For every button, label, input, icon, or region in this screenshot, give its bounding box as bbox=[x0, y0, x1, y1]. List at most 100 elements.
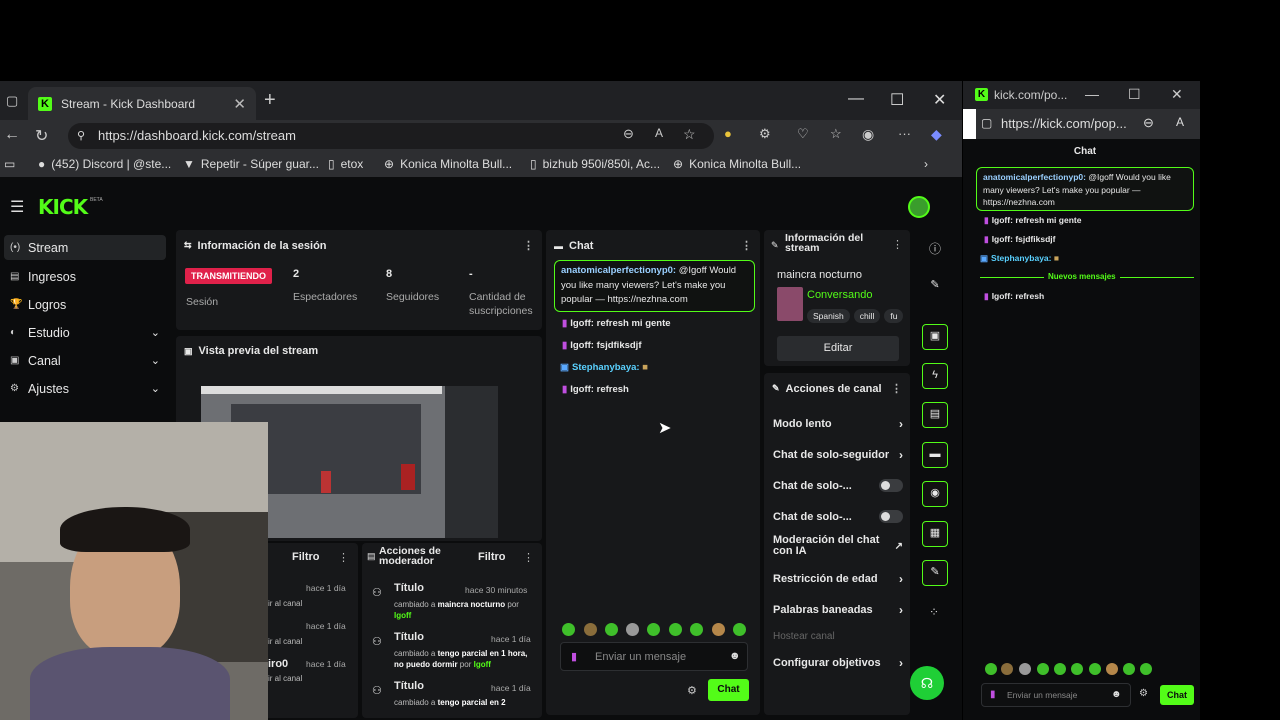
read-aloud-icon[interactable]: A bbox=[1176, 115, 1184, 129]
emote-icon[interactable] bbox=[1054, 663, 1066, 675]
zoom-icon[interactable]: ⊖ bbox=[1143, 115, 1154, 131]
chat-settings-gear-icon[interactable]: ⚙ bbox=[1139, 688, 1148, 699]
zoom-icon[interactable]: ⊖ bbox=[623, 126, 634, 142]
bookmark-konica-1[interactable]: ⊕ Konica Minolta Bull... bbox=[384, 157, 512, 171]
action-palabras-baneadas[interactable]: Palabras baneadas › bbox=[773, 603, 903, 617]
new-tab-icon[interactable]: + bbox=[264, 89, 276, 112]
emote-icon[interactable] bbox=[1140, 663, 1152, 675]
sidebar-item-stream[interactable]: (•) Stream bbox=[4, 235, 166, 260]
action-modo-lento[interactable]: Modo lento › bbox=[773, 417, 903, 431]
chat-username[interactable]: Igoff: bbox=[992, 215, 1013, 225]
send-chat-button[interactable]: Chat bbox=[708, 679, 749, 701]
support-headset-icon[interactable]: ☊ bbox=[910, 666, 944, 700]
chat-message[interactable]: ▣ Stephanybaya: ■ bbox=[560, 362, 648, 373]
bookmarks-icon[interactable]: ▭ bbox=[4, 157, 15, 171]
chat-message[interactable]: ▮ Igoff: fsjdfiksdjf bbox=[984, 234, 1055, 245]
action-configurar-objetivos[interactable]: Configurar objetivos › bbox=[773, 656, 903, 670]
chat-message[interactable]: ▮ Igoff: refresh bbox=[562, 384, 629, 395]
toggle-switch[interactable] bbox=[879, 479, 903, 492]
action-moderacion-ia[interactable]: Moderación del chat con IA ↗ bbox=[773, 535, 903, 557]
layout-icon[interactable]: ▦ bbox=[922, 521, 948, 547]
emote-icon[interactable] bbox=[712, 623, 725, 636]
emote-icon[interactable] bbox=[584, 623, 597, 636]
sidebar-item-estudio[interactable]: ◐ Estudio ⌄ bbox=[4, 320, 166, 345]
more-options-icon[interactable]: ⋮ bbox=[523, 239, 534, 252]
more-apps-icon[interactable]: ⁘ bbox=[929, 605, 939, 619]
bookmarks-overflow-icon[interactable]: › bbox=[924, 157, 928, 171]
more-icon[interactable]: ··· bbox=[898, 126, 911, 141]
sidebar-item-ingresos[interactable]: ▤ Ingresos bbox=[4, 264, 166, 289]
pencil-icon[interactable]: ✎ bbox=[922, 273, 948, 299]
extension-icon[interactable]: ● bbox=[724, 126, 732, 141]
wrench-icon[interactable]: ✎ bbox=[922, 560, 948, 586]
emote-icon[interactable] bbox=[562, 623, 575, 636]
more-options-icon[interactable]: ⋮ bbox=[338, 551, 349, 564]
highlighted-message[interactable]: anatomicalperfectionyp0: @Igoff Would yo… bbox=[976, 167, 1194, 211]
category-name[interactable]: Conversando bbox=[807, 289, 872, 301]
minimize-icon[interactable]: — bbox=[848, 90, 864, 108]
kick-logo[interactable]: KICK bbox=[38, 195, 88, 219]
chat-message[interactable]: ▮ Igoff: refresh mi gente bbox=[562, 318, 671, 329]
bookmark-etox[interactable]: ▯ etox bbox=[328, 157, 363, 171]
action-restriccion-edad[interactable]: Restricción de edad › bbox=[773, 572, 903, 586]
bookmark-discord[interactable]: ● (452) Discord | @ste... bbox=[38, 157, 171, 171]
sidebar-item-ajustes[interactable]: ⚙ Ajustes ⌄ bbox=[4, 376, 166, 401]
url-field[interactable]: ⚲ https://dashboard.kick.com/stream bbox=[68, 123, 714, 149]
chat-message[interactable]: ▮ Igoff: refresh bbox=[984, 291, 1044, 302]
sidebar-item-canal[interactable]: ▣ Canal ⌄ bbox=[4, 348, 166, 373]
emote-icon[interactable] bbox=[985, 663, 997, 675]
desc-user[interactable]: Igoff bbox=[394, 611, 411, 620]
emote-icon[interactable] bbox=[647, 623, 660, 636]
emote-icon[interactable] bbox=[1019, 663, 1031, 675]
sidebar-item-logros[interactable]: 🏆 Logros bbox=[4, 292, 166, 317]
chat-input[interactable]: ▮ Enviar un mensaje ☻ bbox=[981, 683, 1131, 707]
send-chat-button[interactable]: Chat bbox=[1160, 685, 1194, 705]
edit-button[interactable]: Editar bbox=[777, 336, 899, 361]
browser-essentials-icon[interactable]: ♡ bbox=[797, 126, 809, 142]
extensions-icon[interactable]: ⚙ bbox=[759, 126, 771, 142]
lightning-icon[interactable]: ϟ bbox=[922, 363, 948, 389]
close-window-icon[interactable]: ✕ bbox=[1171, 86, 1183, 103]
favorites-icon[interactable]: ☆ bbox=[830, 126, 842, 142]
info-icon[interactable]: ⓘ bbox=[929, 240, 941, 257]
more-options-icon[interactable]: ⋮ bbox=[741, 239, 752, 252]
favorite-star-icon[interactable]: ☆ bbox=[683, 126, 696, 143]
chat-settings-gear-icon[interactable]: ⚙ bbox=[687, 684, 697, 697]
close-window-icon[interactable]: ✕ bbox=[933, 90, 946, 110]
emote-icon[interactable] bbox=[1089, 663, 1101, 675]
emote-icon[interactable] bbox=[1123, 663, 1135, 675]
camera-icon[interactable]: ▣ bbox=[922, 324, 948, 350]
minimize-icon[interactable]: — bbox=[1085, 86, 1099, 102]
emote-icon[interactable] bbox=[605, 623, 618, 636]
more-options-icon[interactable]: ⋮ bbox=[892, 238, 903, 251]
emote-icon[interactable] bbox=[733, 623, 746, 636]
emote-icon[interactable] bbox=[1106, 663, 1118, 675]
chat-username[interactable]: Igoff: bbox=[570, 340, 594, 351]
maximize-icon[interactable]: ☐ bbox=[1128, 86, 1141, 103]
maximize-icon[interactable]: ☐ bbox=[890, 90, 904, 110]
chat-input[interactable]: ▮ Enviar un mensaje ☻ bbox=[560, 642, 748, 671]
chat-username[interactable]: anatomicalperfectionyp0: bbox=[983, 172, 1086, 182]
reload-icon[interactable]: ↻ bbox=[35, 126, 48, 146]
chat-username[interactable]: Stephanybaya: bbox=[572, 362, 640, 373]
avatar[interactable] bbox=[908, 196, 930, 218]
broadcast-icon[interactable]: ◉ bbox=[922, 481, 948, 507]
emote-icon[interactable] bbox=[690, 623, 703, 636]
bookmark-repetir[interactable]: ▼ Repetir - Súper guar... bbox=[183, 157, 319, 171]
emote-icon[interactable] bbox=[626, 623, 639, 636]
filter-button[interactable]: Filtro bbox=[292, 551, 320, 563]
chat-username[interactable]: Stephanybaya: bbox=[991, 253, 1051, 263]
chat-username[interactable]: anatomicalperfectionyp0: bbox=[561, 265, 676, 276]
chat-message[interactable]: ▮ Igoff: fsjdfiksdjf bbox=[562, 340, 642, 351]
emoji-icon[interactable]: ☻ bbox=[1111, 689, 1122, 700]
menu-icon[interactable]: ☰ bbox=[10, 197, 24, 217]
chat-username[interactable]: Igoff: bbox=[570, 384, 594, 395]
popout-url[interactable]: https://kick.com/pop... bbox=[1001, 116, 1127, 131]
close-tab-icon[interactable]: ✕ bbox=[233, 95, 246, 113]
profile-icon[interactable]: ◉ bbox=[862, 126, 874, 143]
filter-button[interactable]: Filtro bbox=[478, 551, 506, 563]
tab-actions-icon[interactable]: ▢ bbox=[6, 93, 18, 109]
bookmark-bizhub[interactable]: ▯ bizhub 950i/850i, Ac... bbox=[530, 157, 660, 171]
chat-message[interactable]: ▮ Igoff: refresh mi gente bbox=[984, 215, 1081, 226]
browser-tab[interactable]: K Stream - Kick Dashboard ✕ bbox=[28, 87, 256, 120]
